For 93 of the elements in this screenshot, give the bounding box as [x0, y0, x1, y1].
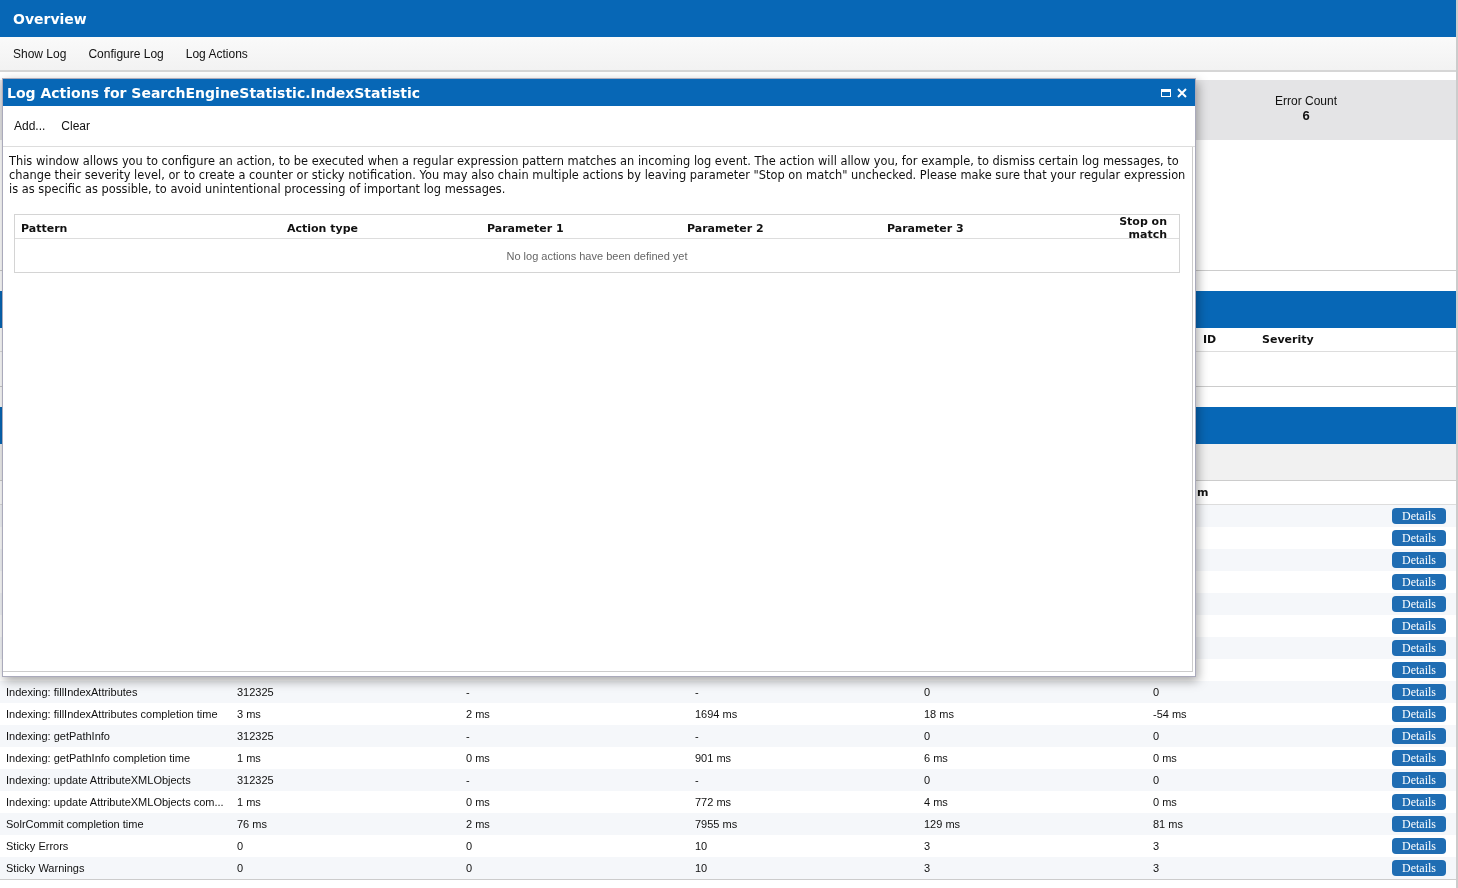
- table-cell-text: 0: [237, 840, 245, 852]
- table-cell-text: -: [466, 686, 471, 698]
- table-cell-text: 312325: [237, 730, 275, 742]
- details-button[interactable]: Details: [1392, 552, 1446, 568]
- table-cell-text: 0: [1153, 774, 1161, 786]
- details-button[interactable]: Details: [1392, 772, 1446, 788]
- details-button[interactable]: Details: [1392, 684, 1446, 700]
- details-button[interactable]: Details: [1392, 508, 1446, 524]
- table-cell-text: 10: [695, 862, 709, 874]
- column-header: Parameter 1: [487, 221, 565, 235]
- details-button[interactable]: Details: [1392, 530, 1446, 546]
- table-cell-text: 0: [466, 862, 474, 874]
- table-cell-text: 0: [1153, 686, 1161, 698]
- table-cell-text: 0 ms: [466, 752, 491, 764]
- table-cell-text: 0 ms: [466, 796, 491, 808]
- table-cell-text: 1 ms: [237, 752, 262, 764]
- table-cell-text: SolrCommit completion time: [6, 818, 145, 830]
- table-cell-text: 2 ms: [466, 818, 491, 830]
- table-cell-text: 312325: [237, 686, 275, 698]
- details-button[interactable]: Details: [1392, 794, 1446, 810]
- maximize-icon[interactable]: [1161, 88, 1171, 97]
- details-button[interactable]: Details: [1392, 662, 1446, 678]
- column-header: ID: [1203, 333, 1218, 346]
- table-cell-text: 0 ms: [1153, 752, 1178, 764]
- details-button[interactable]: Details: [1392, 728, 1446, 744]
- table-cell-text: 4 ms: [924, 796, 949, 808]
- table-cell-text: 76 ms: [237, 818, 268, 830]
- table-cell-text: 6 ms: [924, 752, 949, 764]
- table-cell-text: 901 ms: [695, 752, 733, 764]
- table-cell-text: 81 ms: [1153, 818, 1184, 830]
- table-cell-text: Indexing: update AttributeXMLObjects: [6, 774, 192, 786]
- table-cell-text: -: [466, 774, 471, 786]
- table-cell-text: 0: [237, 862, 245, 874]
- details-button[interactable]: Details: [1392, 750, 1446, 766]
- empty-message: No log actions have been defined yet: [506, 249, 688, 262]
- table-cell-text: -: [695, 774, 700, 786]
- summary-value: 6: [1302, 108, 1310, 123]
- table-cell-text: Indexing: update AttributeXMLObjects com...: [6, 796, 225, 808]
- table-cell-text: 3: [1153, 840, 1161, 852]
- table-cell-text: 3: [1153, 862, 1161, 874]
- table-cell-text: 3 ms: [237, 708, 262, 720]
- table-cell-text: 3: [924, 840, 932, 852]
- column-header: Stop on match: [1118, 215, 1167, 241]
- table-cell-text: Indexing: fillIndexAttributes: [6, 686, 139, 698]
- table-cell-text: 2 ms: [466, 708, 491, 720]
- summary-label: Error Count: [1275, 94, 1337, 108]
- table-cell-text: 312325: [237, 774, 275, 786]
- table-cell-text: 772 ms: [695, 796, 733, 808]
- details-button[interactable]: Details: [1392, 640, 1446, 656]
- details-button[interactable]: Details: [1392, 574, 1446, 590]
- table-cell-text: 10: [695, 840, 709, 852]
- page-title: Overview: [13, 10, 87, 27]
- table-cell-text: Sticky Errors: [6, 840, 70, 852]
- column-header: m: [1197, 486, 1210, 499]
- table-cell-text: 0: [924, 730, 932, 742]
- menu-item[interactable]: Show Log: [13, 46, 67, 61]
- table-cell-text: 1694 ms: [695, 708, 739, 720]
- dialog-title: Log Actions for SearchEngineStatistic.IndexStatistic: [7, 84, 421, 101]
- details-button[interactable]: Details: [1392, 838, 1446, 854]
- table-cell-text: Indexing: getPathInfo: [6, 730, 111, 742]
- toolbar-button[interactable]: Clear: [61, 119, 91, 133]
- menu-item[interactable]: Log Actions: [185, 46, 248, 61]
- table-cell-text: 0: [924, 686, 932, 698]
- table-cell-text: 0: [1153, 730, 1161, 742]
- table-cell-text: Sticky Warnings: [6, 862, 86, 874]
- column-header: Severity: [1262, 333, 1315, 346]
- column-header: Pattern: [21, 221, 69, 235]
- details-button[interactable]: Details: [1392, 618, 1446, 634]
- table-cell-text: -: [695, 730, 700, 742]
- details-button[interactable]: Details: [1392, 860, 1446, 876]
- table-cell-text: 0 ms: [1153, 796, 1178, 808]
- table-cell-text: Indexing: getPathInfo completion time: [6, 752, 192, 764]
- description-text: This window allows you to configure an action, to be executed when a regular expression pattern matches an incoming log event. The action will allow you, for example, to dismiss certain log messages, to change their severity level, or to create a counter or sticky notification. You may also chain multiple actions by leaving parameter "Stop on match" unchecked. Please make sure that your regular expression is as specific as possible, to avoid unintentional processing of important log messages.: [9, 154, 1186, 196]
- table-cell-text: Indexing: fillIndexAttributes completion time: [6, 708, 219, 720]
- table-cell-text: 129 ms: [924, 818, 962, 830]
- column-header: Action type: [287, 221, 360, 235]
- table-cell-text: -: [695, 686, 700, 698]
- table-cell-text: 7955 ms: [695, 818, 739, 830]
- table-cell-text: 18 ms: [924, 708, 955, 720]
- menu-item[interactable]: Configure Log: [88, 46, 164, 61]
- close-icon[interactable]: [1177, 87, 1187, 98]
- table-cell-text: 0: [466, 840, 474, 852]
- table-cell-text: 0: [924, 774, 932, 786]
- toolbar-button[interactable]: Add...: [14, 119, 46, 133]
- table-cell-text: 1 ms: [237, 796, 262, 808]
- column-header: Parameter 2: [687, 221, 765, 235]
- table-cell-text: -54 ms: [1153, 708, 1188, 720]
- details-button[interactable]: Details: [1392, 816, 1446, 832]
- table-cell-text: -: [466, 730, 471, 742]
- table-cell-text: 3: [924, 862, 932, 874]
- details-button[interactable]: Details: [1392, 596, 1446, 612]
- column-header: Parameter 3: [887, 221, 965, 235]
- details-button[interactable]: Details: [1392, 706, 1446, 722]
